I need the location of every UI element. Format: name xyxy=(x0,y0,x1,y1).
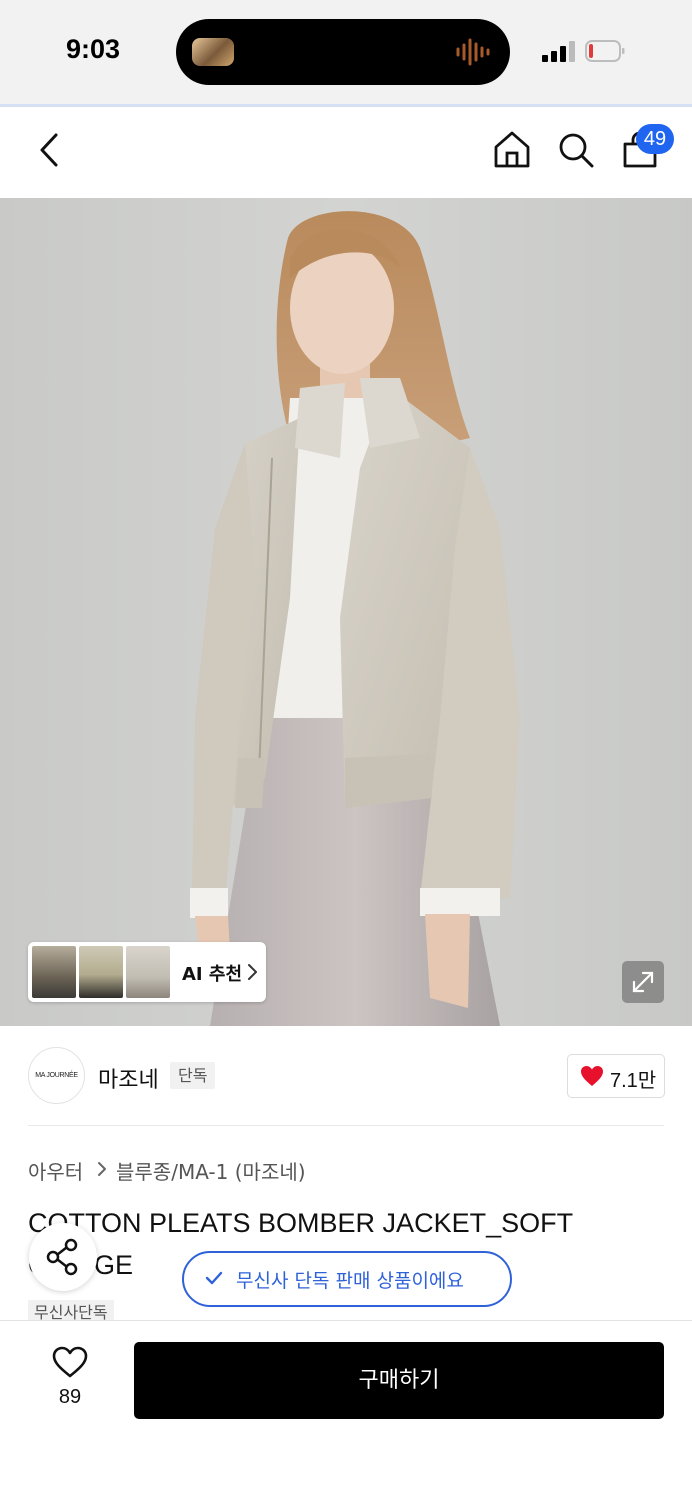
share-icon xyxy=(46,1238,78,1276)
chevron-left-icon[interactable] xyxy=(36,131,64,169)
brand-like-button[interactable]: 7.1만 xyxy=(567,1054,665,1098)
search-icon[interactable] xyxy=(556,130,596,170)
exclusive-notice-text: 무신사 단독 판매 상품이에요 xyxy=(236,1270,464,1292)
buy-button[interactable]: 구매하기 xyxy=(134,1342,664,1419)
divider xyxy=(28,1125,664,1126)
battery-low-icon xyxy=(585,40,625,62)
brand-like-count: 7.1만 xyxy=(610,1070,657,1092)
brand-logo[interactable]: MA JOURNÉE xyxy=(28,1047,85,1104)
musinsa-exclusive-tag: 무신사단독 xyxy=(28,1300,114,1322)
wish-count: 89 xyxy=(58,1386,82,1408)
heart-outline-icon[interactable] xyxy=(52,1346,88,1378)
status-time: 9:03 xyxy=(66,34,121,64)
ai-recommend-card[interactable]: AI 추천 xyxy=(28,942,266,1002)
cart-count-badge: 49 xyxy=(636,124,674,154)
recommend-thumbnail-1[interactable] xyxy=(32,946,76,998)
chevron-right-icon xyxy=(98,1162,106,1176)
breadcrumb-subcategory[interactable]: 블루종/MA-1 (마조네) xyxy=(116,1156,306,1185)
chevron-right-icon xyxy=(248,964,257,980)
ai-recommend-label: AI 추천 xyxy=(182,964,243,985)
heart-filled-icon xyxy=(581,1066,603,1086)
share-button[interactable] xyxy=(29,1223,97,1291)
now-playing-artwork xyxy=(192,38,234,66)
home-icon[interactable] xyxy=(492,129,532,169)
recommend-thumbnail-2[interactable] xyxy=(79,946,123,998)
cellular-signal-icon xyxy=(542,41,575,62)
brand-name[interactable]: 마조네 xyxy=(98,1062,159,1094)
checkmark-icon xyxy=(205,1271,223,1285)
audio-waveform-icon xyxy=(456,38,490,66)
breadcrumb-category[interactable]: 아우터 xyxy=(28,1156,83,1185)
exclusive-badge: 단독 xyxy=(170,1062,216,1089)
exclusive-notice-banner[interactable]: 무신사 단독 판매 상품이에요 xyxy=(182,1251,512,1307)
model-wearing-jacket-illustration xyxy=(0,198,692,1026)
expand-icon xyxy=(632,971,654,993)
recommend-thumbnail-3[interactable] xyxy=(126,946,170,998)
expand-image-button[interactable] xyxy=(622,961,664,1003)
product-photo[interactable] xyxy=(0,198,692,1026)
